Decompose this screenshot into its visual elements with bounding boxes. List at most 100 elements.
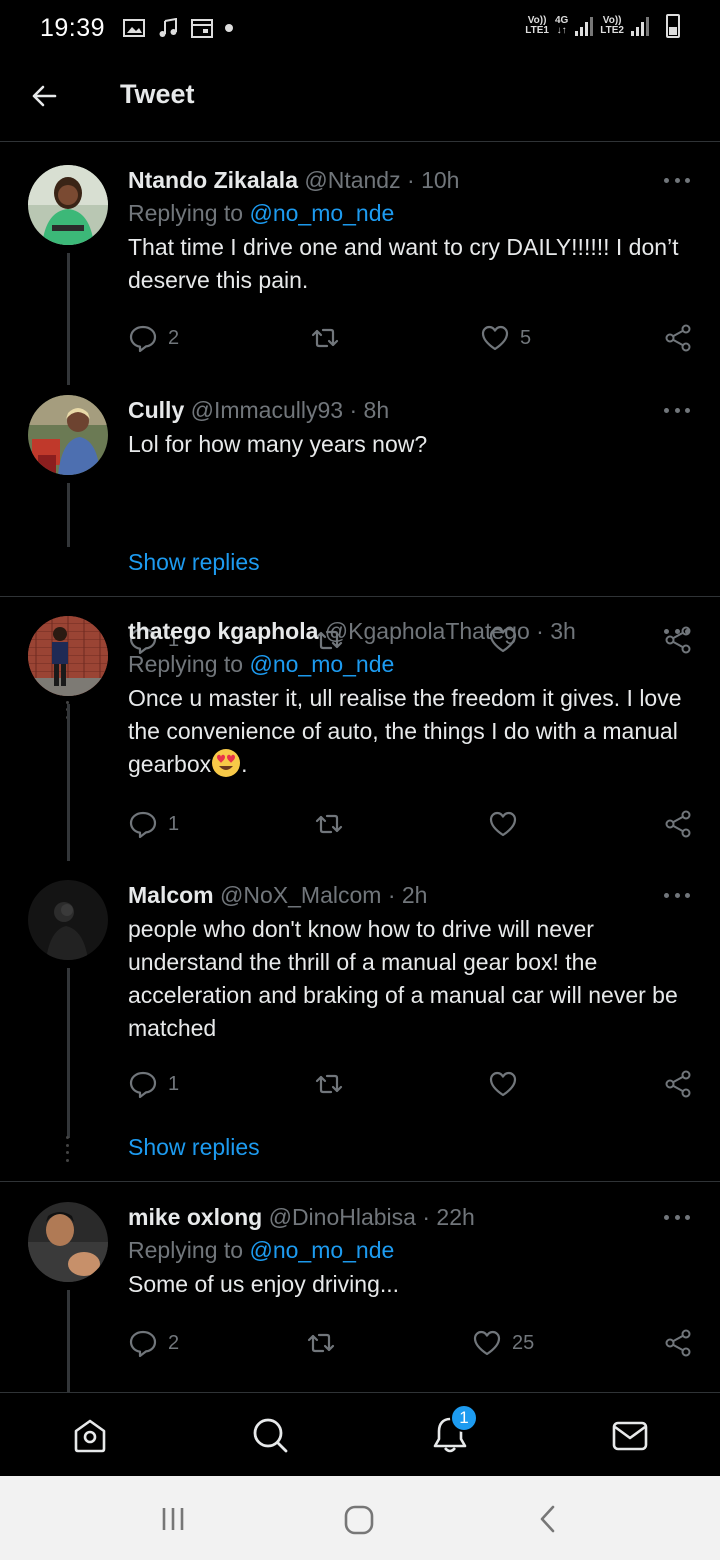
share-button[interactable] — [663, 323, 693, 353]
mention-link[interactable]: @no_mo_nde — [249, 200, 394, 226]
sim1-lte: LTE1 — [525, 25, 549, 36]
replying-to: Replying to @no_mo_nde — [128, 1232, 690, 1268]
gallery-icon — [123, 19, 146, 37]
like-button[interactable]: 25 — [472, 1328, 534, 1358]
tweet-actions: 1 — [128, 809, 694, 843]
timestamp: 10h — [421, 167, 460, 193]
avatar[interactable] — [28, 880, 108, 960]
display-name[interactable]: thatego kgaphola — [128, 618, 318, 644]
reply-button[interactable]: 2 — [128, 1328, 179, 1358]
avatar[interactable] — [28, 395, 108, 475]
search-icon[interactable] — [250, 1415, 290, 1455]
username[interactable]: @KgapholaThatego — [325, 618, 530, 644]
like-button[interactable] — [488, 809, 518, 839]
thread-gap-indicator — [66, 1136, 70, 1162]
retweet-button[interactable] — [306, 1328, 336, 1358]
tweet-text-end: . — [241, 751, 248, 777]
separator: · — [407, 167, 415, 193]
calendar-icon — [191, 19, 214, 38]
home-icon[interactable] — [70, 1415, 110, 1455]
tweet-text: people who don't know how to drive will … — [128, 916, 678, 1041]
status-indicators: Vo)) LTE1 4G ↓↑ Vo)) LTE2 — [525, 14, 680, 38]
show-replies-link[interactable]: Show replies — [128, 549, 260, 576]
retweet-button[interactable] — [314, 809, 344, 839]
avatar[interactable] — [28, 165, 108, 245]
tweet-text: Once u master it, ull realise the freedo… — [128, 682, 690, 781]
like-button[interactable]: 5 — [480, 323, 531, 353]
heart-icon — [489, 1071, 517, 1097]
reply-icon — [129, 325, 157, 353]
more-options-icon[interactable] — [664, 395, 690, 425]
timestamp: 2h — [401, 882, 428, 908]
retweet-button[interactable] — [314, 1069, 344, 1099]
timestamp: 8h — [363, 397, 390, 423]
reply-button[interactable]: 1 — [128, 1069, 179, 1099]
notification-badge: 1 — [450, 1404, 478, 1432]
share-button[interactable] — [663, 1328, 693, 1358]
replying-to: Replying to @no_mo_nde — [128, 195, 690, 231]
reply-button[interactable]: 2 — [128, 323, 179, 353]
recent-apps-icon[interactable] — [158, 1504, 188, 1534]
replying-prefix: Replying to — [128, 651, 244, 677]
share-button[interactable] — [663, 1069, 693, 1099]
display-name[interactable]: Ntando Zikalala — [128, 167, 298, 193]
share-button[interactable] — [663, 809, 693, 839]
reply-count: 1 — [168, 812, 180, 835]
thread-connector — [67, 483, 70, 547]
bottom-navigation — [0, 1392, 720, 1476]
like-count: 25 — [512, 1331, 535, 1354]
display-name[interactable]: Cully — [128, 397, 184, 423]
retweet-icon — [311, 328, 339, 348]
heart-eyes-emoji-icon — [212, 749, 241, 777]
like-button[interactable] — [488, 1069, 518, 1099]
back-button-icon[interactable] — [534, 1504, 562, 1534]
reply-button[interactable]: 1 — [128, 809, 179, 839]
battery-icon — [666, 14, 680, 38]
avatar[interactable] — [28, 1202, 108, 1282]
more-options-icon[interactable] — [664, 616, 690, 646]
thread-connector — [67, 704, 70, 861]
tweet[interactable]: Malcom @NoX_Malcom · 2h people who don't… — [0, 861, 720, 1181]
thread-connector — [67, 1290, 70, 1392]
display-name[interactable]: Malcom — [128, 882, 214, 908]
avatar[interactable] — [28, 616, 108, 696]
clock: 19:39 — [40, 13, 106, 42]
home-button-icon[interactable] — [343, 1504, 375, 1536]
share-icon — [665, 810, 691, 838]
author-line: Ntando Zikalala @Ntandz · 10h — [128, 165, 690, 195]
share-icon — [665, 1070, 691, 1098]
signal-icon — [631, 17, 649, 36]
author-line: mike oxlong @DinoHlabisa · 22h — [128, 1202, 690, 1232]
messages-envelope-icon[interactable] — [610, 1415, 650, 1455]
share-icon — [665, 1329, 691, 1357]
heart-icon — [473, 1330, 501, 1356]
reply-icon — [129, 1071, 157, 1099]
tweet[interactable]: Ntando Zikalala @Ntandz · 10h Replying t… — [0, 143, 720, 393]
mention-link[interactable]: @no_mo_nde — [249, 1237, 394, 1263]
separator: · — [536, 618, 544, 644]
more-options-icon[interactable] — [664, 880, 690, 910]
tweet[interactable]: Cully @Immacully93 · 8h Lol for how many… — [0, 393, 720, 597]
mention-link[interactable]: @no_mo_nde — [249, 651, 394, 677]
sim2-lte: LTE2 — [600, 25, 624, 36]
username[interactable]: @Immacully93 — [191, 397, 343, 423]
reply-count: 2 — [168, 1331, 180, 1354]
thread-connector — [67, 968, 70, 1138]
retweet-icon — [315, 1074, 343, 1094]
username[interactable]: @Ntandz — [304, 167, 400, 193]
tweet-text: That time I drive one and want to cry DA… — [128, 234, 679, 293]
share-icon — [665, 324, 691, 352]
more-options-icon[interactable] — [664, 165, 690, 195]
separator: · — [349, 397, 358, 423]
show-replies-link[interactable]: Show replies — [128, 1134, 260, 1161]
username[interactable]: @NoX_Malcom — [220, 882, 381, 908]
back-arrow-icon[interactable] — [30, 82, 58, 110]
retweet-icon — [315, 814, 343, 834]
username[interactable]: @DinoHlabisa — [269, 1204, 416, 1230]
tweet-text: Some of us enjoy driving... — [128, 1271, 400, 1297]
top-app-bar: Tweet — [0, 56, 720, 142]
more-options-icon[interactable] — [664, 1202, 690, 1232]
page-title: Tweet — [120, 79, 195, 109]
display-name[interactable]: mike oxlong — [128, 1204, 262, 1230]
retweet-button[interactable] — [310, 323, 340, 353]
